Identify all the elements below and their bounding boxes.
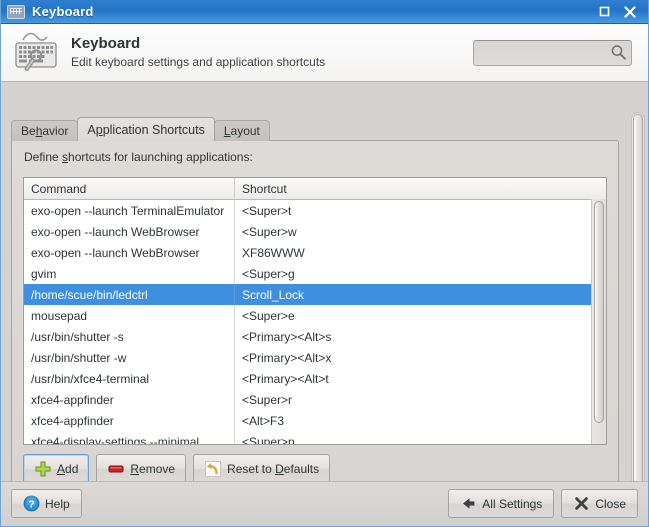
list-scrollbar[interactable]: [591, 199, 606, 444]
plus-icon: [34, 460, 52, 478]
back-arrow-icon: [460, 495, 477, 512]
cell-shortcut: <Primary><Alt>x: [242, 350, 332, 365]
table-row[interactable]: xfce4-appfinder <Super>r: [24, 389, 606, 410]
keyboard-icon: [7, 4, 25, 19]
tab-application-shortcuts-post: plication Shortcuts: [102, 122, 205, 137]
window-scrollbar[interactable]: [631, 112, 645, 500]
table-row[interactable]: /usr/bin/xfce4-terminal <Primary><Alt>t: [24, 368, 606, 389]
tab-behavior-mnemonic: h: [35, 124, 43, 138]
tab-behavior-pre: Be: [21, 124, 36, 138]
table-row[interactable]: xfce4-display-settings --minimal <Super>p: [24, 431, 606, 445]
tab-layout-mnemonic: L: [223, 124, 231, 138]
list-header-row: Command Shortcut: [24, 178, 606, 200]
table-row[interactable]: exo-open --launch TerminalEmulator <Super…: [24, 200, 606, 221]
keyboard-settings-icon: [11, 30, 63, 76]
cell-command: mousepad: [24, 305, 235, 326]
list-scrollbar-thumb[interactable]: [594, 201, 604, 423]
cell-shortcut: XF86WWW: [242, 245, 305, 260]
table-row[interactable]: /usr/bin/shutter -w <Primary><Alt>x: [24, 347, 606, 368]
add-button[interactable]: Add: [23, 454, 90, 484]
panel-description-post: hortcuts for launching applications:: [68, 150, 253, 164]
cell-shortcut: Scroll_Lock: [242, 287, 305, 302]
tab-layout[interactable]: Layout: [213, 120, 270, 141]
dialog-footer: ? Help All Settings Close: [1, 481, 648, 526]
table-row[interactable]: gvim <Super>g: [24, 263, 606, 284]
panel-description: Define shortcuts for launching applicati…: [24, 150, 253, 164]
minus-icon: [107, 460, 125, 478]
close-button-label: Close: [595, 496, 626, 511]
cell-shortcut: <Super>t: [242, 203, 292, 218]
window-content: Keyboard Edit keyboard settings and appl…: [1, 24, 648, 526]
column-header-shortcut[interactable]: Shortcut: [235, 178, 606, 199]
dialog-header: Keyboard Edit keyboard settings and appl…: [1, 24, 648, 82]
table-row[interactable]: xfce4-appfinder <Alt>F3: [24, 410, 606, 431]
table-row[interactable]: exo-open --launch WebBrowser XF86WWW: [24, 242, 606, 263]
table-row[interactable]: /home/scue/bin/ledctrl Scroll_Lock: [24, 284, 606, 305]
table-row[interactable]: mousepad <Super>e: [24, 305, 606, 326]
window-titlebar[interactable]: Keyboard: [1, 0, 648, 24]
keyboard-settings-window: Keyboard Keyboard Edit keyboard settings…: [0, 0, 649, 527]
all-settings-button[interactable]: All Settings: [448, 489, 555, 518]
cell-command: /home/scue/bin/ledctrl: [24, 284, 235, 305]
cell-command: /usr/bin/xfce4-terminal: [24, 368, 235, 389]
close-button[interactable]: Close: [561, 489, 638, 518]
search-input[interactable]: [473, 39, 632, 66]
cell-command: exo-open --launch WebBrowser: [24, 221, 235, 242]
cell-command: exo-open --launch WebBrowser: [24, 242, 235, 263]
cell-shortcut: <Primary><Alt>t: [242, 371, 329, 386]
close-icon[interactable]: [621, 3, 638, 20]
list-action-buttons: Add Remove Reset to Defaults: [23, 454, 331, 484]
cell-shortcut: <Super>w: [242, 224, 297, 239]
remove-button[interactable]: Remove: [96, 454, 187, 484]
all-settings-button-label: All Settings: [482, 496, 543, 511]
table-row[interactable]: /usr/bin/shutter -s <Primary><Alt>s: [24, 326, 606, 347]
svg-text:?: ?: [28, 498, 34, 510]
cell-shortcut: <Super>p: [242, 434, 295, 445]
cell-command: exo-open --launch TerminalEmulator: [24, 200, 235, 221]
cell-shortcut: <Super>g: [242, 266, 295, 281]
window-title: Keyboard: [32, 4, 94, 19]
tab-application-shortcuts-pre: A: [87, 122, 96, 137]
tab-behavior-post: avior: [42, 124, 69, 138]
tab-application-shortcuts-mnemonic: p: [95, 122, 103, 137]
tab-layout-post: ayout: [230, 124, 260, 138]
cell-command: /usr/bin/shutter -w: [24, 347, 235, 368]
close-x-icon: [573, 495, 590, 512]
maximize-icon[interactable]: [596, 3, 613, 20]
tab-strip: Be h avior Ap plication Shortcuts Layout: [11, 117, 270, 141]
cell-command: /usr/bin/shutter -s: [24, 326, 235, 347]
cell-command: xfce4-display-settings --minimal: [24, 431, 235, 444]
panel-description-pre: Define: [24, 150, 63, 164]
help-button[interactable]: ? Help: [11, 489, 82, 518]
table-row[interactable]: exo-open --launch WebBrowser <Super>w: [24, 221, 606, 242]
page-title: Keyboard: [71, 35, 141, 52]
list-rows: exo-open --launch TerminalEmulator <Super…: [24, 200, 606, 445]
cell-shortcut: <Primary><Alt>s: [242, 329, 332, 344]
undo-icon: [204, 460, 222, 478]
help-icon: ?: [23, 495, 40, 512]
add-button-label: Add: [57, 462, 79, 476]
reset-to-defaults-button-label: Reset to Defaults: [227, 462, 320, 476]
column-header-command[interactable]: Command: [24, 178, 235, 199]
cell-shortcut: <Super>r: [242, 392, 293, 407]
remove-button-label: Remove: [130, 462, 176, 476]
search-field-wrapper: [473, 39, 632, 66]
tab-behavior[interactable]: Be h avior: [11, 120, 79, 141]
cell-command: gvim: [24, 263, 235, 284]
window-scrollbar-thumb[interactable]: [633, 114, 643, 498]
application-shortcuts-panel: Define shortcuts for launching applicati…: [11, 140, 619, 492]
page-subtitle: Edit keyboard settings and application s…: [71, 55, 326, 69]
help-button-label: Help: [45, 496, 70, 511]
tab-application-shortcuts[interactable]: Ap plication Shortcuts: [77, 117, 215, 141]
cell-shortcut: <Super>e: [242, 308, 295, 323]
reset-to-defaults-button[interactable]: Reset to Defaults: [193, 454, 331, 484]
cell-command: xfce4-appfinder: [24, 410, 235, 431]
shortcuts-list[interactable]: Command Shortcut exo-open --launch Termi…: [23, 177, 607, 445]
cell-command: xfce4-appfinder: [24, 389, 235, 410]
cell-shortcut: <Alt>F3: [242, 413, 285, 428]
